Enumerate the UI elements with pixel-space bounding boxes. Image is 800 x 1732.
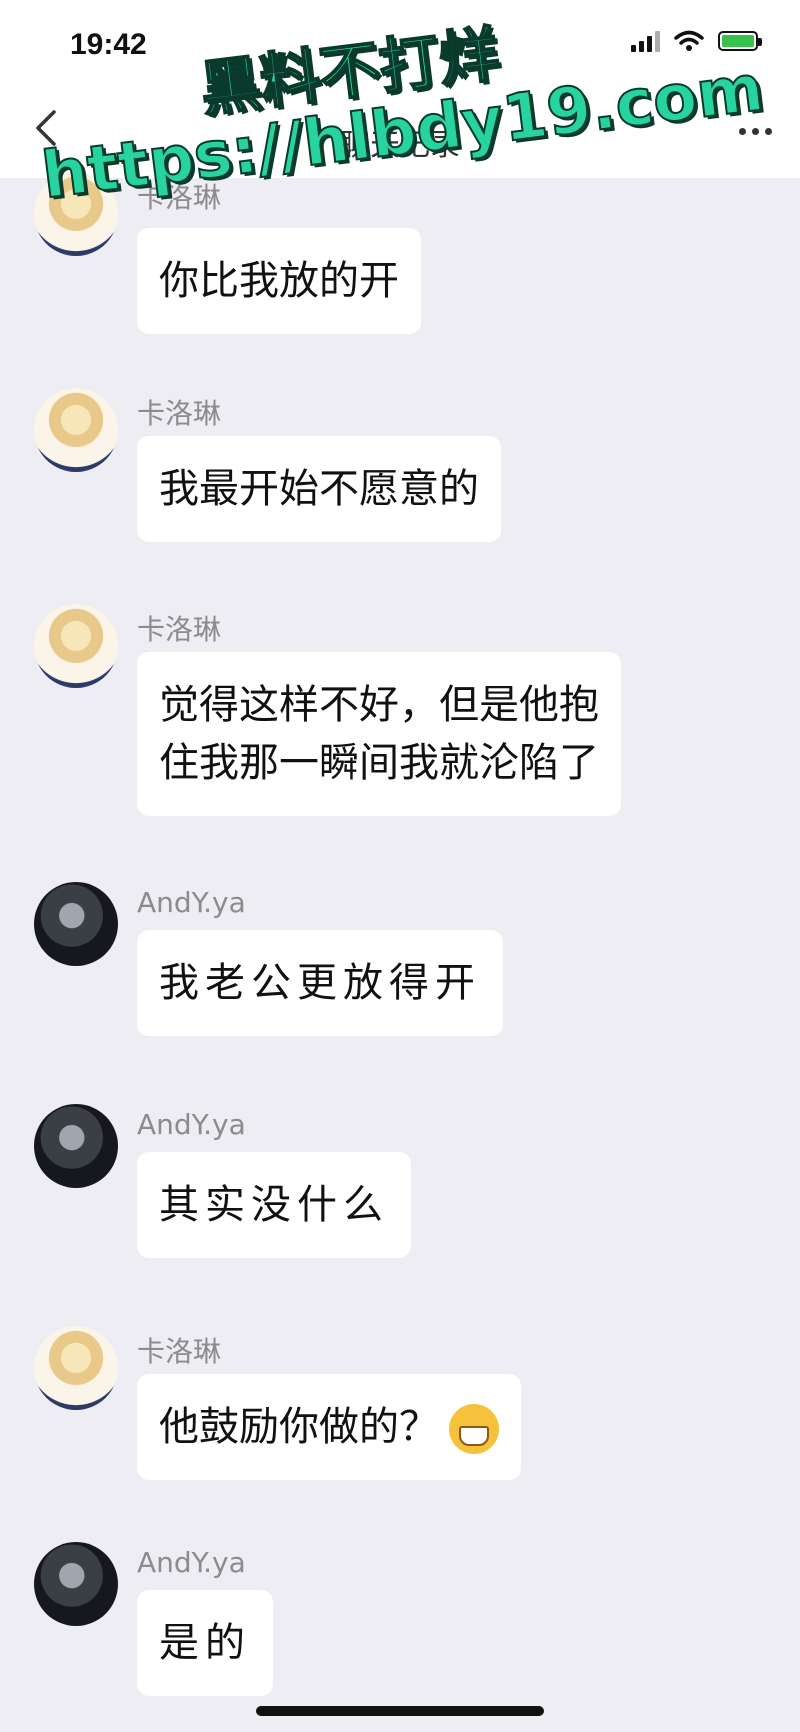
avatar[interactable] (34, 882, 118, 966)
status-icons (631, 30, 762, 52)
avatar[interactable] (34, 1542, 118, 1626)
message-bubble[interactable]: 他鼓励你做的？ (137, 1374, 521, 1480)
sender-name: AndY.ya (137, 1108, 246, 1141)
message-bubble[interactable]: 其实没什么 (137, 1152, 411, 1258)
battery-icon (718, 31, 762, 51)
avatar[interactable] (34, 1326, 118, 1410)
sender-name: AndY.ya (137, 1546, 246, 1579)
ellipsis-icon[interactable] (739, 128, 772, 135)
sender-name: AndY.ya (137, 886, 246, 919)
avatar[interactable] (34, 1104, 118, 1188)
message-bubble[interactable]: 我最开始不愿意的 (137, 436, 501, 542)
avatar[interactable] (34, 604, 118, 688)
message-bubble[interactable]: 是的 (137, 1590, 273, 1696)
message-line: 住我那一瞬间我就沦陷了 (159, 740, 599, 786)
message-bubble[interactable]: 你比我放的开 (137, 228, 421, 334)
sender-name: 卡洛琳 (137, 613, 222, 646)
avatar[interactable] (34, 388, 118, 472)
wifi-icon (674, 30, 704, 51)
home-indicator[interactable] (256, 1706, 544, 1716)
cellular-signal-icon (631, 30, 660, 52)
sender-name: 卡洛琳 (137, 1335, 222, 1368)
sender-name: 卡洛琳 (137, 397, 222, 430)
message-line: 觉得这样不好，但是他抱 (159, 682, 599, 728)
message-text: 他鼓励你做的？ (159, 1404, 439, 1450)
message-bubble[interactable]: 觉得这样不好，但是他抱 住我那一瞬间我就沦陷了 (137, 652, 621, 816)
grinning-face-icon (449, 1404, 499, 1454)
message-bubble[interactable]: 我老公更放得开 (137, 930, 503, 1036)
status-time: 19:42 (70, 28, 147, 61)
